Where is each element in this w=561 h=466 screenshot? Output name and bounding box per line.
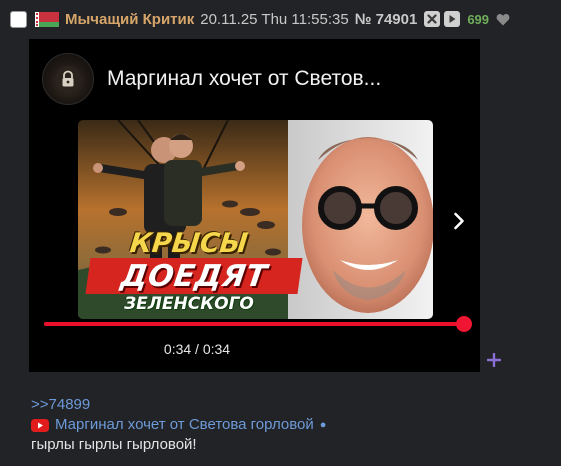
video-title[interactable]: Маргинал хочет от Светов... xyxy=(107,67,467,91)
select-checkbox[interactable] xyxy=(10,10,27,28)
next-video-button[interactable] xyxy=(450,210,468,232)
post-message: >>74899 Маргинал хочет от Светова горлов… xyxy=(31,395,551,455)
chevron-right-icon xyxy=(454,212,464,230)
post: Мычащий Критик 20.11.25 Thu 11:55:35 № 7… xyxy=(0,0,561,466)
post-datetime: 20.11.25 Thu 11:55:35 xyxy=(200,10,349,28)
expand-button[interactable] xyxy=(486,352,502,368)
channel-avatar[interactable] xyxy=(42,53,94,105)
close-icon xyxy=(427,14,437,24)
thumbnail-caption-banner: ДОЕДЯТ xyxy=(85,258,303,294)
post-number[interactable]: № 74901 xyxy=(355,11,418,28)
plus-icon xyxy=(487,353,501,367)
play-icon xyxy=(449,15,456,23)
reply-link[interactable]: >>74899 xyxy=(31,395,551,415)
heart-icon[interactable] xyxy=(496,13,510,26)
thumbnail-caption-line2: ДОЕДЯТ xyxy=(118,258,270,294)
belarus-flag-icon xyxy=(35,11,59,27)
progress-bar[interactable] xyxy=(44,316,472,332)
link-status-dot: ● xyxy=(319,419,327,431)
hide-post-button[interactable] xyxy=(424,11,441,27)
post-author[interactable]: Мычащий Критик xyxy=(65,11,194,28)
youtube-video-link[interactable]: Маргинал хочет от Светова горловой xyxy=(55,415,314,435)
youtube-icon xyxy=(31,418,49,432)
youtube-link-line: Маргинал хочет от Светова горловой ● xyxy=(31,415,551,435)
video-thumbnail[interactable]: КРЫСЫ ДОЕДЯТ ЗЕЛЕНСКОГО xyxy=(78,120,433,319)
video-embed[interactable]: Маргинал хочет от Светов... КРЫСЫ ДОЕДЯТ… xyxy=(29,39,480,372)
message-text: гырлы гырлы гырловой! xyxy=(31,436,197,453)
post-header: Мычащий Критик 20.11.25 Thu 11:55:35 № 7… xyxy=(0,6,561,32)
lock-icon xyxy=(55,66,81,92)
play-post-button[interactable] xyxy=(444,11,461,27)
progress-fill xyxy=(44,322,464,326)
likes-count: 699 xyxy=(467,11,490,27)
thumbnail-caption-line1: КРЫСЫ xyxy=(128,228,250,259)
progress-handle[interactable] xyxy=(456,316,472,332)
time-display: 0:34 / 0:34 xyxy=(163,341,231,357)
thumbnail-caption-line3: ЗЕЛЕНСКОГО xyxy=(124,294,254,314)
